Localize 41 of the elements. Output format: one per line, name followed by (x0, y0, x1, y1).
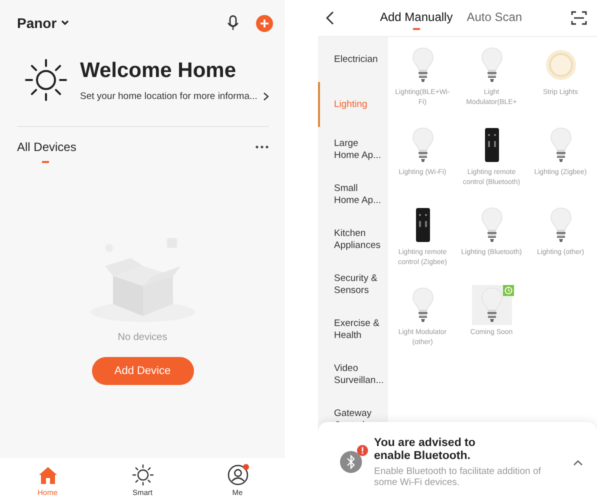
category-item[interactable]: Exercise & Health (318, 307, 388, 352)
section-underline (42, 161, 49, 163)
chevron-up-icon[interactable] (573, 458, 583, 466)
location-prompt[interactable]: Set your home location for more informa... (80, 90, 258, 102)
dropdown-caret-icon[interactable] (60, 20, 69, 26)
category-item[interactable]: Large Home Ap... (318, 127, 388, 172)
sun-icon (132, 464, 154, 486)
category-item[interactable]: Small Home Ap... (318, 172, 388, 217)
bulb-icon[interactable] (412, 127, 434, 163)
notice-title: You are advised to enable Bluetooth. (374, 436, 476, 462)
remote-control-icon[interactable] (414, 207, 430, 243)
tab[interactable]: Add Manually (380, 6, 453, 30)
add-icon[interactable] (256, 14, 273, 32)
category-item[interactable]: Kitchen Appliances (318, 217, 388, 262)
bulb-icon[interactable] (412, 47, 434, 83)
home-name[interactable]: Panor (17, 15, 57, 31)
section-title[interactable]: All Devices (17, 140, 76, 154)
sun-icon (24, 58, 68, 102)
bulb-icon[interactable] (480, 47, 502, 83)
remote-control-icon[interactable] (484, 127, 500, 163)
clock-badge-icon (502, 285, 514, 296)
bulb-icon[interactable] (412, 287, 434, 323)
tab[interactable]: Auto Scan (466, 6, 522, 30)
back-icon[interactable] (326, 11, 334, 25)
bulb-icon[interactable] (550, 127, 572, 163)
user-icon (226, 464, 248, 486)
welcome-title: Welcome Home (80, 58, 237, 82)
bulb-icon[interactable] (550, 207, 572, 243)
notice-message: Enable Bluetooth to facilitate addition of some Wi-Fi devices. (374, 466, 542, 488)
category-item[interactable]: Electrician (318, 37, 388, 82)
alert-badge-icon (357, 445, 368, 456)
empty-message: No devices (118, 332, 168, 343)
category-item[interactable]: Video Surveillan... (318, 352, 388, 397)
microphone-icon[interactable] (227, 15, 239, 31)
more-icon[interactable] (255, 145, 269, 149)
bulb-icon[interactable] (480, 207, 502, 243)
chevron-right-icon[interactable] (263, 92, 270, 100)
category-item[interactable]: Security & Sensors (318, 262, 388, 307)
notification-dot (242, 464, 248, 470)
bluetooth-icon (340, 451, 362, 473)
scan-icon[interactable] (571, 11, 587, 25)
